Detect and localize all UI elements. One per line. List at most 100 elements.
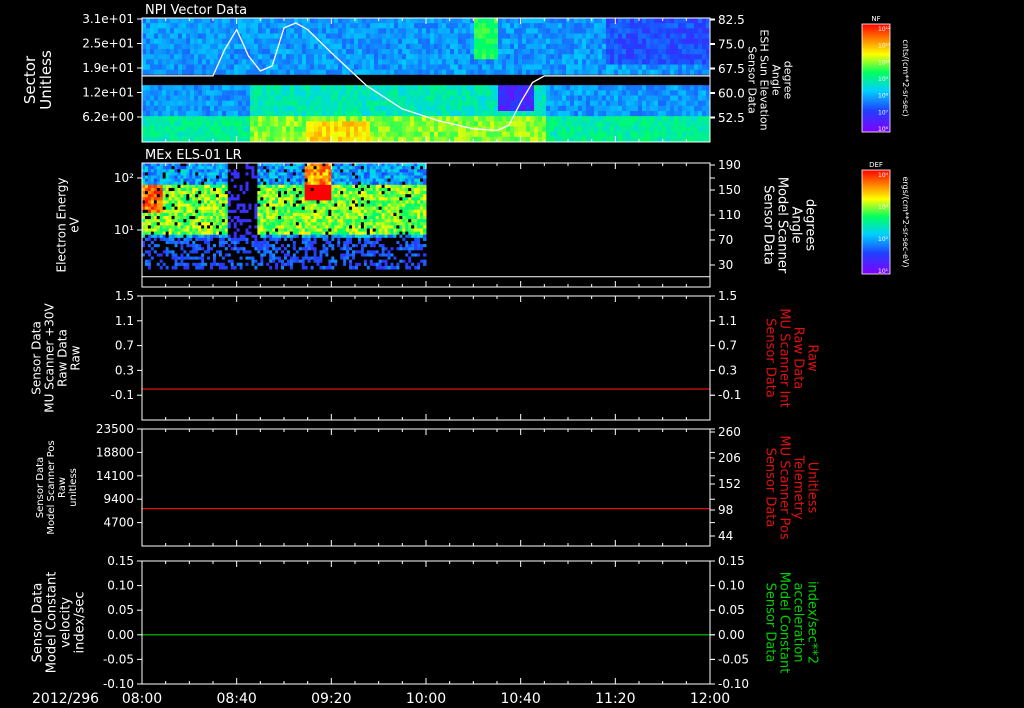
spectrogram-cell <box>330 95 335 102</box>
spectrogram-cell <box>410 43 415 50</box>
spectrogram-cell <box>227 212 232 217</box>
spectrogram-cell <box>630 69 635 76</box>
spectrogram-cell <box>201 222 205 226</box>
spectrogram-cell <box>434 28 439 35</box>
spectrogram-cell <box>162 54 167 60</box>
spectrogram-cell <box>478 59 483 66</box>
spectrogram-cell <box>498 95 503 102</box>
spectrogram-cell <box>213 225 217 229</box>
spectrogram-cell <box>254 228 258 233</box>
spectrogram-cell <box>574 18 579 24</box>
spectrogram-cell <box>221 212 226 217</box>
spectrogram-cell <box>350 23 355 29</box>
spectrogram-cell <box>274 80 279 86</box>
spectrogram-cell <box>518 54 523 60</box>
spectrogram-cell <box>562 43 567 50</box>
spectrogram-cell <box>198 200 202 205</box>
spectrogram-cell <box>386 33 391 40</box>
spectrogram-cell <box>174 184 178 189</box>
spectrogram-cell <box>558 64 563 71</box>
spectrogram-cell <box>260 244 264 248</box>
spectrogram-cell <box>358 69 363 76</box>
spectrogram-cell <box>310 49 315 55</box>
spectrogram-cell <box>430 38 435 45</box>
spectrogram-cell <box>201 187 205 192</box>
spectrogram-cell <box>144 166 149 170</box>
spectrogram-cell <box>210 43 215 50</box>
spectrogram-cell <box>646 80 651 86</box>
spectrogram-cell <box>166 59 171 66</box>
spectrogram-cell <box>586 59 591 66</box>
spectrogram-cell <box>174 200 178 205</box>
spectrogram-cell <box>318 111 323 117</box>
spectrogram-cell <box>254 244 258 248</box>
spectrogram-cell <box>554 95 559 102</box>
spectrogram-cell <box>207 222 211 226</box>
spectrogram-cell <box>590 59 595 66</box>
spectrogram-cell <box>202 85 207 91</box>
spectrogram-cell <box>498 116 503 122</box>
spectrogram-cell <box>298 49 303 55</box>
spectrogram-cell <box>251 166 255 170</box>
spectrogram-cell <box>236 212 241 217</box>
spectrogram-cell <box>269 247 273 251</box>
spectrogram-cell <box>286 100 291 107</box>
spectrogram-cell <box>177 181 181 186</box>
spectrogram-cell <box>554 59 559 66</box>
spectrogram-cell <box>498 49 503 55</box>
spectrogram-cell <box>170 90 175 97</box>
spectrogram-cell <box>402 121 407 128</box>
spectrogram-cell <box>260 172 264 176</box>
spectrogram-cell <box>682 126 687 133</box>
spectrogram-cell <box>310 85 315 91</box>
spectrogram-cell <box>442 38 447 45</box>
spectrogram-cell <box>330 74 335 81</box>
spectrogram-cell <box>174 187 178 192</box>
spectrogram-cell <box>358 49 363 55</box>
spectrogram-cell <box>154 95 159 102</box>
spectrogram-cell <box>570 49 575 55</box>
spectrogram-cell <box>236 197 241 201</box>
spectrogram-cell <box>222 100 227 107</box>
spectrogram-cell <box>257 216 261 220</box>
spectrogram-cell <box>202 111 207 117</box>
spectrogram-cell <box>166 28 171 35</box>
spectrogram-cell <box>662 116 667 122</box>
spectrogram-cell <box>266 253 270 258</box>
spectrogram-cell <box>254 194 258 198</box>
spectrogram-cell <box>201 231 205 236</box>
spectrogram-cell <box>242 234 247 239</box>
spectrogram-cell <box>153 191 158 195</box>
spectrogram-cell <box>622 100 627 107</box>
spectrogram-cell <box>226 64 231 71</box>
spectrogram-cell <box>298 59 303 66</box>
spectrogram-cell <box>266 175 270 180</box>
spectrogram-cell <box>698 100 703 107</box>
spectrogram-cell <box>318 18 323 24</box>
spectrogram-cell <box>510 131 515 138</box>
spectrogram-cell <box>204 240 208 245</box>
spectrogram-cell <box>246 105 251 112</box>
spectrogram-cell <box>226 121 231 128</box>
spectrogram-cell <box>147 200 152 205</box>
spectrogram-cell <box>486 121 491 128</box>
spectrogram-cell <box>238 74 243 81</box>
spectrogram-cell <box>166 100 171 107</box>
spectrogram-cell <box>262 49 267 55</box>
spectrogram-cell <box>233 216 238 220</box>
spectrogram-cell <box>414 33 419 40</box>
spectrogram-cell <box>251 259 255 264</box>
spectrogram-cell <box>534 126 539 133</box>
spectrogram-cell <box>686 54 691 60</box>
spectrogram-cell <box>462 74 467 81</box>
spectrogram-cell <box>192 262 196 267</box>
spectrogram-cell <box>446 69 451 76</box>
spectrogram-cell <box>458 74 463 81</box>
spectrogram-cell <box>221 240 226 245</box>
spectrogram-cell <box>230 194 235 198</box>
spectrogram-cell <box>354 100 359 107</box>
spectrogram-cell <box>602 111 607 117</box>
spectrogram-cell <box>558 90 563 97</box>
spectrogram-cell <box>186 105 191 112</box>
spectrogram-cell <box>171 225 176 229</box>
